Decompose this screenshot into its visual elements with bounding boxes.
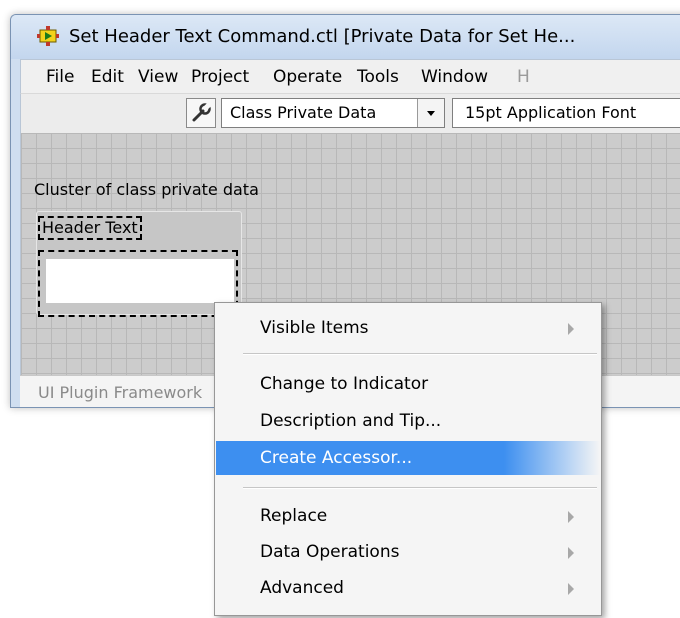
header-text-control[interactable]	[46, 259, 234, 303]
submenu-arrow-icon	[568, 583, 574, 595]
submenu-arrow-icon	[568, 511, 574, 523]
menu-separator	[243, 487, 597, 489]
menu-item-label: Change to Indicator	[260, 374, 429, 394]
header-text-label[interactable]: Header Text	[38, 216, 142, 240]
font-selector-value: 15pt Application Font	[465, 103, 637, 122]
bottom-label: UI Plugin Framework	[38, 383, 203, 402]
menu-item-label: Data Operations	[260, 542, 400, 562]
menu-item-create-accessor[interactable]: Create Accessor...	[216, 441, 600, 475]
font-selector[interactable]: 15pt Application Font	[452, 98, 680, 128]
submenu-arrow-icon	[568, 323, 574, 335]
submenu-arrow-icon	[568, 547, 574, 559]
title-bar[interactable]: Set Header Text Command.ctl [Private Dat…	[11, 15, 680, 59]
menu-tools[interactable]: Tools	[357, 67, 399, 87]
menu-item-label: Visible Items	[260, 318, 369, 338]
menu-item-label: Advanced	[260, 578, 344, 598]
wrench-icon	[192, 102, 212, 122]
menu-item-label: Create Accessor...	[260, 448, 413, 468]
menu-file[interactable]: File	[46, 67, 74, 87]
window-title: Set Header Text Command.ctl [Private Dat…	[69, 26, 576, 47]
menu-project[interactable]: Project	[191, 67, 249, 87]
menu-bar: File Edit View Project Operate Tools Win…	[20, 59, 680, 94]
menu-item-description-and-tip[interactable]: Description and Tip...	[216, 404, 600, 438]
cluster-label: Cluster of class private data	[34, 180, 259, 199]
labview-vi-icon	[37, 26, 59, 46]
class-private-data-selector[interactable]: Class Private Data	[221, 98, 445, 128]
menu-edit[interactable]: Edit	[91, 67, 124, 87]
wrench-button[interactable]	[186, 98, 216, 128]
dropdown-button[interactable]	[417, 99, 444, 127]
menu-separator	[243, 353, 597, 355]
menu-item-change-to-indicator[interactable]: Change to Indicator	[216, 367, 600, 401]
menu-item-visible-items[interactable]: Visible Items	[216, 311, 600, 345]
menu-window[interactable]: Window	[421, 67, 488, 87]
menu-item-advanced[interactable]: Advanced	[216, 571, 600, 605]
menu-item-label: Replace	[260, 506, 328, 526]
chevron-down-icon	[427, 111, 435, 116]
menu-item-replace[interactable]: Replace	[216, 499, 600, 533]
context-menu: Visible Items Change to Indicator Descri…	[214, 302, 602, 616]
menu-item-label: Description and Tip...	[260, 411, 442, 431]
menu-view[interactable]: View	[138, 67, 178, 87]
menu-item-data-operations[interactable]: Data Operations	[216, 535, 600, 569]
menu-help[interactable]: H	[517, 67, 530, 87]
toolbar: Class Private Data 15pt Application Font	[20, 93, 680, 135]
menu-operate[interactable]: Operate	[273, 67, 342, 87]
selector-value: Class Private Data	[230, 103, 377, 122]
